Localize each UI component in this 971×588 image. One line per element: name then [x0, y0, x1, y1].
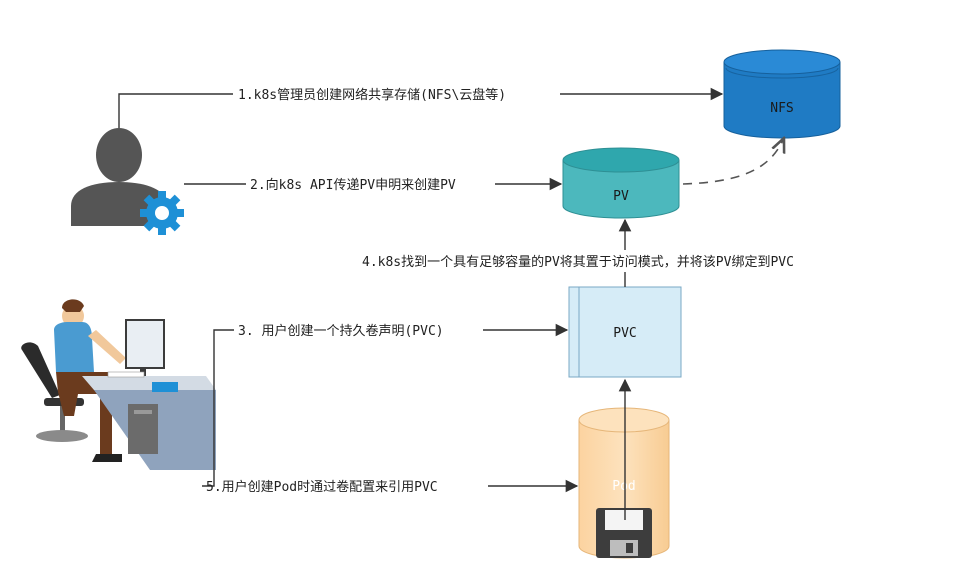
step-3-label: 3. 用户创建一个持久卷声明(PVC)	[238, 323, 444, 339]
pod-node: Pod	[578, 407, 670, 559]
pv-label: PV	[613, 189, 629, 204]
connector-step-3-5	[202, 323, 579, 493]
nfs-label: NFS	[770, 101, 793, 116]
pod-label: Pod	[612, 479, 635, 494]
step-4-label: 4.k8s找到一个具有足够容量的PV将其置于访问模式，并将该PV绑定到PVC	[362, 254, 794, 270]
pv-node: PV	[562, 147, 680, 219]
connector-pv-nfs	[682, 138, 784, 185]
floppy-disk-icon	[596, 508, 652, 558]
admin-user-gear-icon	[71, 128, 184, 235]
step-5-label: 5.用户创建Pod时通过卷配置来引用PVC	[206, 479, 438, 495]
step-1-label: 1.k8s管理员创建网络共享存储(NFS\云盘等)	[238, 87, 506, 103]
nfs-storage-node: NFS	[723, 49, 841, 139]
step-2-label: 2.向k8s API传递PV申明来创建PV	[250, 177, 456, 193]
user-at-desk-icon	[21, 299, 216, 470]
pvc-label: PVC	[613, 326, 636, 341]
pv-pvc-workflow-diagram: NFS PV PVC Pod 1.k8s管理员创建网络共享存储(NFS\云盘等)…	[21, 49, 841, 559]
pvc-node: PVC	[568, 286, 682, 378]
